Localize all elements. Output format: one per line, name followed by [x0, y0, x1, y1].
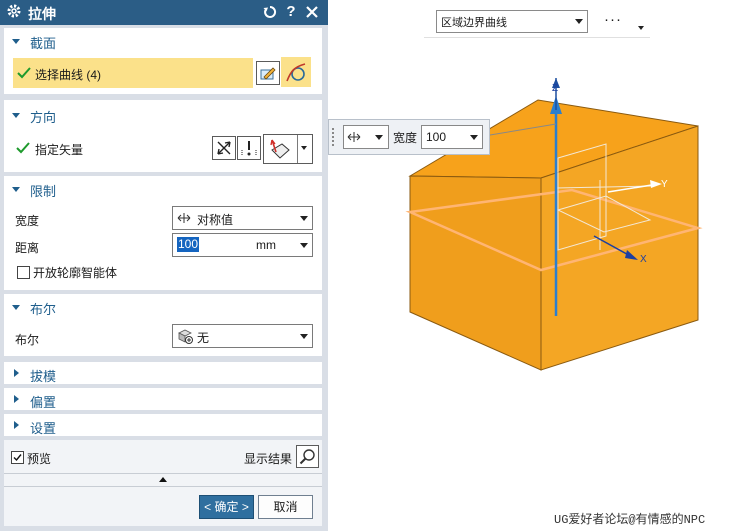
distance-label: 距离: [15, 241, 40, 255]
footer-divider: [4, 486, 322, 487]
vector-type-dropdown[interactable]: [263, 134, 313, 164]
boolean-dropdown[interactable]: 无: [172, 324, 313, 348]
preview-checkbox[interactable]: [11, 451, 24, 464]
ok-button[interactable]: < 确定 >: [199, 495, 254, 519]
expand-arrow-icon[interactable]: [14, 421, 19, 429]
preview-label: 预览: [27, 452, 52, 466]
settings-group[interactable]: 设置: [4, 414, 322, 436]
drag-handle[interactable]: [332, 128, 336, 146]
extrude-dialog: 拉伸 ? 截面 选择曲线 (4) 方向 指定矢量 限制 宽度 对称值 距离 10…: [0, 0, 328, 531]
graphics-viewport[interactable]: 区域边界曲线 ··· Z Y X 宽度 100 UG爱好者论坛@有情感的NPC: [328, 0, 748, 531]
z-axis-label: Z: [552, 83, 559, 94]
reverse-direction-icon: [241, 141, 257, 156]
check-icon: [13, 454, 22, 462]
boolean-value: 无: [197, 331, 210, 345]
gear-icon[interactable]: [6, 3, 22, 19]
dialog-title: 拉伸: [28, 6, 56, 22]
boolean-group: 布尔 布尔 无: [4, 294, 322, 356]
chevron-down-icon: [300, 216, 308, 221]
footer-divider: [4, 473, 322, 474]
expand-arrow-icon[interactable]: [14, 369, 19, 377]
x-axis-label: X: [640, 254, 647, 265]
vector-arrows-icon: [217, 141, 231, 155]
width-option-button[interactable]: [343, 125, 389, 149]
chevron-down-icon: [375, 135, 383, 140]
dialog-titlebar: 拉伸 ?: [0, 0, 328, 25]
float-width-input[interactable]: 100: [421, 125, 483, 149]
float-toolbar: 宽度 100: [328, 119, 490, 155]
collapse-arrow-icon[interactable]: [12, 113, 20, 118]
width-option-value: 对称值: [197, 213, 234, 227]
float-width-label: 宽度: [393, 131, 418, 145]
draft-group-title[interactable]: 拔模: [30, 366, 56, 385]
y-axis-label: Y: [661, 179, 668, 190]
distance-input[interactable]: 100 mm: [172, 233, 313, 257]
symmetric-arrows-icon: [177, 213, 191, 223]
limits-group-title[interactable]: 限制: [30, 181, 56, 200]
model-canvas: [405, 78, 703, 371]
width-label: 宽度: [15, 214, 40, 228]
show-result-label: 显示结果: [244, 452, 293, 466]
width-option-dropdown[interactable]: 对称值: [172, 206, 313, 230]
check-icon: [17, 67, 31, 79]
expand-arrow-icon[interactable]: [14, 395, 19, 403]
specify-vector-label: 指定矢量: [35, 143, 84, 157]
boolean-none-icon: [178, 329, 193, 344]
symmetric-arrows-icon: [347, 132, 361, 142]
watermark: UG爱好者论坛@有情感的NPC: [554, 513, 706, 527]
vector-dialog-button[interactable]: [212, 136, 236, 160]
chevron-up-icon[interactable]: [159, 477, 167, 482]
dialog-footer: 预览 显示结果 < 确定 > 取消: [4, 440, 322, 526]
collapse-arrow-icon[interactable]: [12, 187, 20, 192]
chevron-down-icon: [470, 135, 478, 140]
select-curve-label: 选择曲线 (4): [35, 68, 102, 82]
offset-group-title[interactable]: 偏置: [30, 392, 56, 411]
dropdown-separator: [297, 135, 298, 163]
direction-group-title[interactable]: 方向: [30, 107, 56, 126]
help-button[interactable]: ?: [283, 3, 299, 21]
curve-rule-button[interactable]: [281, 57, 311, 87]
section-group-title[interactable]: 截面: [30, 33, 56, 52]
show-result-button[interactable]: [296, 445, 319, 468]
box-left-face[interactable]: [409, 175, 542, 371]
distance-unit[interactable]: mm: [256, 238, 276, 252]
reset-icon[interactable]: [263, 5, 277, 19]
select-curve-row[interactable]: 选择曲线 (4): [13, 58, 253, 88]
limits-group: 限制 宽度 对称值 距离 100 mm 开放轮廓智能体: [4, 176, 322, 290]
sketch-icon: [260, 67, 276, 80]
collapse-arrow-icon[interactable]: [12, 305, 20, 310]
surface-normal-icon: [270, 139, 290, 159]
chevron-down-icon: [300, 243, 308, 248]
reverse-direction-button[interactable]: [237, 136, 261, 160]
section-group: 截面 选择曲线 (4): [4, 28, 322, 94]
sketch-section-button[interactable]: [256, 61, 280, 85]
offset-group[interactable]: 偏置: [4, 388, 322, 410]
chevron-down-icon: [301, 146, 307, 150]
open-profile-checkbox[interactable]: [17, 266, 30, 279]
collapse-arrow-icon[interactable]: [12, 39, 20, 44]
cancel-button[interactable]: 取消: [258, 495, 313, 519]
chevron-down-icon: [300, 334, 308, 339]
distance-value[interactable]: 100: [177, 237, 200, 252]
open-profile-label: 开放轮廓智能体: [33, 266, 118, 280]
check-icon: [16, 142, 30, 154]
draft-group[interactable]: 拔模: [4, 362, 322, 384]
curve-icon: [286, 63, 306, 82]
float-width-value[interactable]: 100: [426, 130, 446, 144]
direction-group: 方向 指定矢量: [4, 100, 322, 172]
magnifier-icon: [299, 449, 315, 465]
settings-group-title[interactable]: 设置: [30, 418, 56, 437]
boolean-group-title[interactable]: 布尔: [30, 299, 56, 318]
close-icon[interactable]: [305, 5, 319, 19]
boolean-label: 布尔: [15, 333, 40, 347]
